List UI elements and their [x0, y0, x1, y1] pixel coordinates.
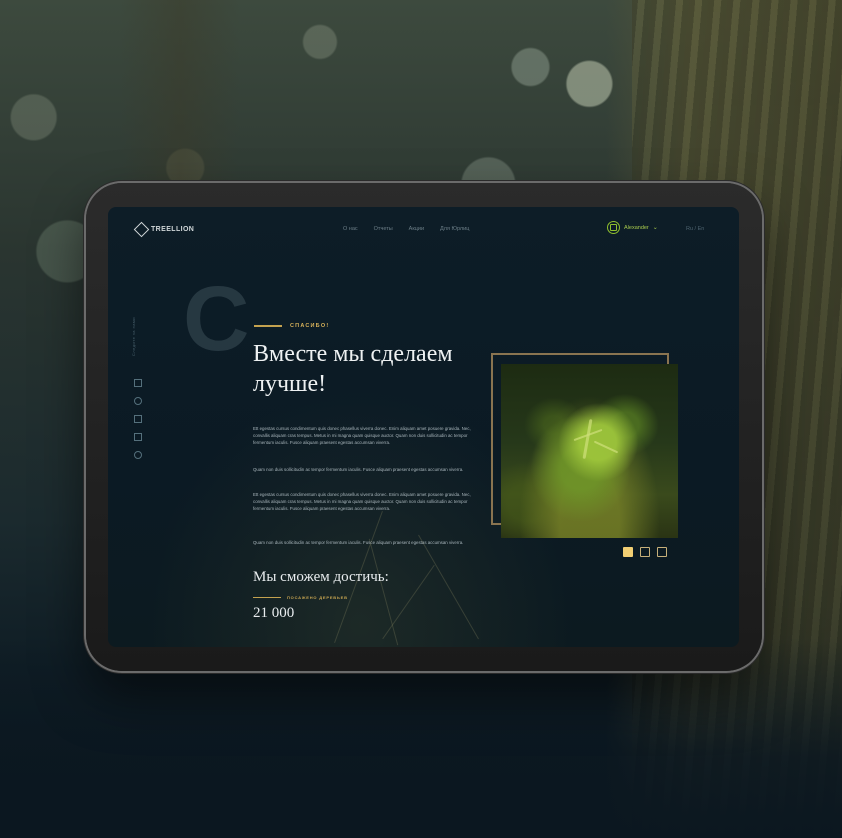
branch-decoration: [368, 538, 399, 646]
user-name: Alexander: [624, 224, 649, 231]
paragraph-2: Quam non duis sollicitudin ac tempor fer…: [253, 467, 464, 472]
decorative-letter: С: [183, 268, 250, 370]
language-switcher[interactable]: Ru / En: [686, 226, 704, 232]
logo-icon: [133, 221, 150, 238]
metric-value: 21 000: [253, 605, 295, 621]
facebook-icon[interactable]: [134, 415, 142, 423]
top-nav: TREELLION О нас Отчеты Акции Для Юрлиц A…: [108, 207, 739, 253]
nav-item-promotions[interactable]: Акции: [409, 226, 424, 232]
user-menu[interactable]: Alexander ⌄: [607, 221, 658, 234]
slider-dot-2[interactable]: [640, 547, 650, 557]
telegram-icon[interactable]: [134, 451, 142, 459]
metric-label: ПОСАЖЕНО ДЕРЕВЬЕВ: [253, 595, 348, 600]
brand-name: TREELLION: [151, 226, 195, 233]
nav-item-business[interactable]: Для Юрлиц: [440, 226, 469, 232]
tablet-screen: TREELLION О нас Отчеты Акции Для Юрлиц A…: [108, 207, 739, 647]
slider-dot-3[interactable]: [657, 547, 667, 557]
metric-label-text: ПОСАЖЕНО ДЕРЕВЬЕВ: [287, 595, 348, 600]
main-menu: О нас Отчеты Акции Для Юрлиц: [343, 226, 469, 232]
user-avatar-icon: [607, 221, 620, 234]
nav-item-about[interactable]: О нас: [343, 226, 358, 232]
tablet-device: TREELLION О нас Отчеты Акции Для Юрлиц A…: [86, 183, 762, 671]
goals-heading: Мы сможем достичь:: [253, 569, 389, 585]
sprout-photo: [501, 364, 678, 538]
instagram-icon[interactable]: [134, 379, 142, 387]
paragraph-1: Ett egestas cursus condimentum quis done…: [253, 426, 471, 445]
follow-us-label: Следите за нами: [131, 317, 136, 357]
background-scene: TREELLION О нас Отчеты Акции Для Юрлиц A…: [0, 0, 842, 838]
eyebrow: СПАСИБО!: [254, 323, 329, 329]
vk-icon[interactable]: [134, 397, 142, 405]
twig-decoration: [582, 419, 593, 459]
linkedin-icon[interactable]: [134, 433, 142, 441]
paragraph-4: Quam non duis sollicitudin ac tempor fer…: [253, 540, 464, 545]
paragraph-3: Ett egestas cursus condimentum quis done…: [253, 492, 471, 511]
eyebrow-line: [254, 325, 282, 327]
twig-decoration: [593, 440, 619, 454]
branch-decoration: [418, 534, 479, 640]
metric-line: [253, 596, 281, 599]
brand-logo[interactable]: TREELLION: [133, 221, 195, 238]
page-title: Вместе мы сделаем лучше!: [253, 341, 453, 397]
eyebrow-text: СПАСИБО!: [290, 323, 330, 329]
slider-pagination: [623, 547, 667, 557]
chevron-down-icon: ⌄: [652, 225, 658, 231]
slider-dot-1[interactable]: [623, 547, 633, 557]
nav-item-reports[interactable]: Отчеты: [374, 226, 393, 232]
branch-decoration: [382, 564, 435, 640]
